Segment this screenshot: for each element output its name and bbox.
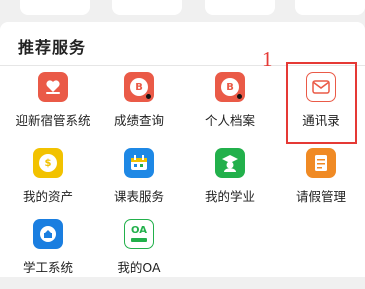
service-label: 课表服务 (113, 189, 164, 204)
profile-archive-icon: B (215, 72, 245, 102)
tab-remnant (20, 0, 90, 15)
oa-icon-text: OA (131, 225, 147, 236)
calendar-icon (124, 148, 154, 178)
service-label: 我的OA (117, 260, 161, 275)
service-my-oa[interactable]: OA 我的OA (94, 219, 184, 289)
service-label: 学工系统 (22, 260, 73, 275)
service-label: 个人档案 (204, 113, 255, 128)
service-label: 请假管理 (295, 189, 346, 204)
annotation-number: 1 (262, 47, 273, 71)
grade-lookup-icon: B (124, 72, 154, 102)
service-student-affairs[interactable]: 学工系统 (3, 219, 93, 289)
oa-icon: OA (124, 219, 154, 249)
top-strip (0, 0, 365, 22)
leave-document-icon (306, 148, 336, 178)
service-label: 我的资产 (22, 189, 73, 204)
tab-remnant (205, 0, 275, 15)
graduate-icon (215, 148, 245, 178)
tab-remnant (112, 0, 182, 15)
service-personal-archive[interactable]: B 个人档案 (185, 72, 275, 142)
section-title: 推荐服务 (18, 38, 87, 57)
service-my-studies[interactable]: 我的学业 (185, 148, 275, 218)
service-label: 我的学业 (204, 189, 255, 204)
service-label: 迎新宿管系统 (15, 113, 91, 128)
service-timetable[interactable]: 课表服务 (94, 148, 184, 218)
service-leave-management[interactable]: 请假管理 (276, 148, 365, 218)
coins-icon: $ (33, 148, 63, 178)
tab-remnant (295, 0, 365, 15)
annotation-highlight-box (286, 62, 357, 144)
service-label: 成绩查询 (113, 113, 164, 128)
student-work-icon (33, 219, 63, 249)
service-my-assets[interactable]: $ 我的资产 (3, 148, 93, 218)
service-grade-query[interactable]: B 成绩查询 (94, 72, 184, 142)
service-welcome-dorm[interactable]: 迎新宿管系统 (8, 72, 98, 142)
heart-hands-icon (38, 72, 68, 102)
